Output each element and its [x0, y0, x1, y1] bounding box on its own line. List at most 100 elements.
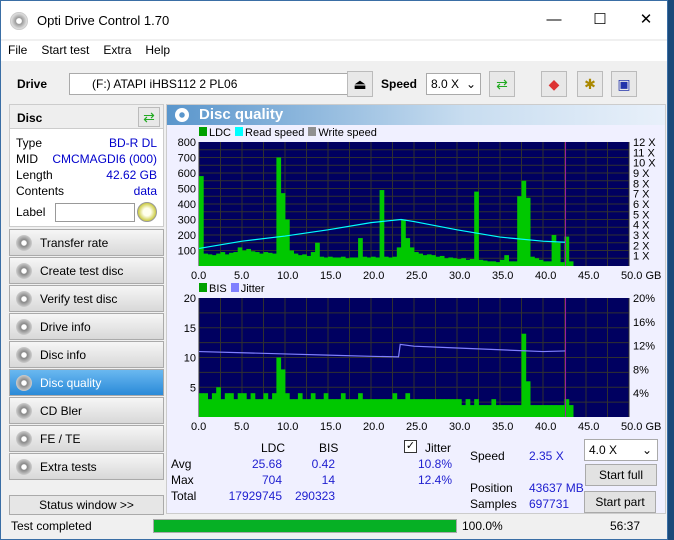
y2-tick-label: 11 X [633, 147, 655, 159]
test-speed-select[interactable]: 4.0 X ⌄ [584, 439, 658, 461]
disc-row: Type BD-R DL [10, 135, 163, 151]
y-tick-label: 200 [178, 230, 196, 242]
y2-tick-label: 3 X [633, 230, 650, 242]
close-button[interactable]: ✕ [623, 9, 669, 31]
disc-label-icon[interactable] [137, 202, 157, 222]
erase-icon[interactable]: ◆ [541, 71, 567, 97]
status-window-button[interactable]: Status window >> [9, 495, 164, 515]
toolbar: Drive (F:) ATAPI iHBS112 2 PL06⌄ ⏏ Speed… [1, 65, 667, 103]
x-tick-label: 40.0 [535, 421, 556, 433]
bar [366, 257, 372, 266]
bar [211, 393, 217, 417]
bar [280, 193, 286, 266]
disc-icon [16, 262, 32, 279]
nav-drive-info[interactable]: Drive info [9, 313, 164, 340]
bar [362, 256, 368, 266]
y-tick-label: 800 [178, 138, 196, 149]
stat-bis: 0.42 [311, 457, 335, 471]
bar [444, 258, 449, 266]
y2-tick-label: 6 X [633, 199, 650, 211]
nav-transfer-rate[interactable]: Transfer rate [9, 229, 164, 256]
ldc-chart: 0.0 5.0 10.0 15.0 20.0 25.0 30.0 35.0 40.0 45.0 50… [178, 138, 662, 282]
bar [203, 393, 208, 417]
nav-fe-te[interactable]: FE / TE [9, 425, 164, 452]
bar [543, 405, 548, 417]
bar [267, 252, 273, 266]
bar [229, 252, 234, 266]
jitter-checkbox[interactable]: ✓ [404, 440, 417, 453]
bar [405, 393, 411, 417]
y-tick-label: 10 [184, 353, 196, 365]
speed-stat-label: Speed [470, 449, 505, 463]
menu-start-test[interactable]: Start test [34, 41, 96, 61]
disc-quality-panel: Disc quality LDC Read speed Write speed … [166, 104, 666, 514]
bar [267, 399, 273, 417]
disc-key: Length [16, 168, 53, 182]
bar [216, 253, 221, 266]
bar [435, 399, 441, 417]
disc-icon [16, 374, 32, 391]
refresh-disc-icon[interactable]: ⇄ [138, 107, 160, 127]
nav-disc-info[interactable]: Disc info [9, 341, 164, 368]
disc-icon [16, 430, 32, 447]
x-tick-label: 10.0 [277, 270, 298, 282]
bar [401, 399, 406, 417]
x-tick-label: 10.0 [277, 421, 298, 433]
bar [525, 197, 531, 266]
bar [306, 255, 312, 266]
bar [246, 399, 251, 417]
bar [431, 399, 436, 417]
bar [233, 399, 239, 417]
bar [530, 256, 535, 266]
disc-icon [16, 402, 32, 419]
nav-create-test-disc[interactable]: Create test disc [9, 257, 164, 284]
label-input[interactable] [55, 202, 136, 222]
bar [491, 399, 497, 417]
nav-disc-quality[interactable]: Disc quality [9, 369, 164, 396]
save-icon[interactable]: ▣ [611, 71, 637, 97]
jitter-label: Jitter [425, 441, 452, 455]
bar [211, 255, 217, 266]
panel-title: Disc quality [167, 105, 665, 125]
nav-cd-bler[interactable]: CD Bler [9, 397, 164, 424]
eject-icon[interactable]: ⏏ [347, 71, 373, 97]
bar [289, 399, 294, 417]
speed-stat-value: 2.35 X [529, 449, 564, 463]
x-tick-label: 40.0 [535, 270, 556, 282]
x-tick-label: 50.0 GB [621, 270, 661, 282]
bar [452, 399, 458, 417]
bar [302, 399, 307, 417]
drive-select[interactable]: (F:) ATAPI iHBS112 2 PL06⌄ [69, 73, 372, 95]
label-key: Label [16, 205, 46, 219]
bar [435, 256, 441, 266]
start-part-button[interactable]: Start part [584, 491, 656, 513]
bar [560, 262, 565, 266]
maximize-button[interactable]: ☐ [577, 9, 623, 31]
speed-value: 8.0 X [431, 77, 460, 91]
bar [431, 255, 436, 266]
nav-verify-test-disc[interactable]: Verify test disc [9, 285, 164, 312]
refresh-icon[interactable]: ⇄ [489, 71, 515, 97]
bar [340, 256, 346, 266]
bar [216, 387, 221, 417]
y2-tick-label: 5 X [633, 209, 650, 221]
bar [396, 399, 402, 417]
settings-icon[interactable]: ✱ [577, 71, 603, 97]
x-tick-label: 35.0 [492, 270, 513, 282]
bar [336, 399, 342, 417]
status-text: Test completed [11, 519, 92, 533]
menu-help[interactable]: Help [138, 41, 177, 61]
nav-extra-tests[interactable]: Extra tests [9, 453, 164, 480]
bar [517, 405, 522, 417]
bar [500, 405, 505, 417]
bar [199, 176, 204, 266]
bar [551, 235, 557, 266]
menu-extra[interactable]: Extra [96, 41, 138, 61]
menu-file[interactable]: File [1, 41, 34, 61]
start-full-button[interactable]: Start full [585, 464, 657, 486]
minimize-button[interactable]: — [531, 9, 577, 31]
speed-select[interactable]: 8.0 X ⌄ [426, 73, 481, 95]
bar [289, 250, 294, 266]
speed-label: Speed [381, 77, 418, 91]
bar [521, 333, 527, 417]
